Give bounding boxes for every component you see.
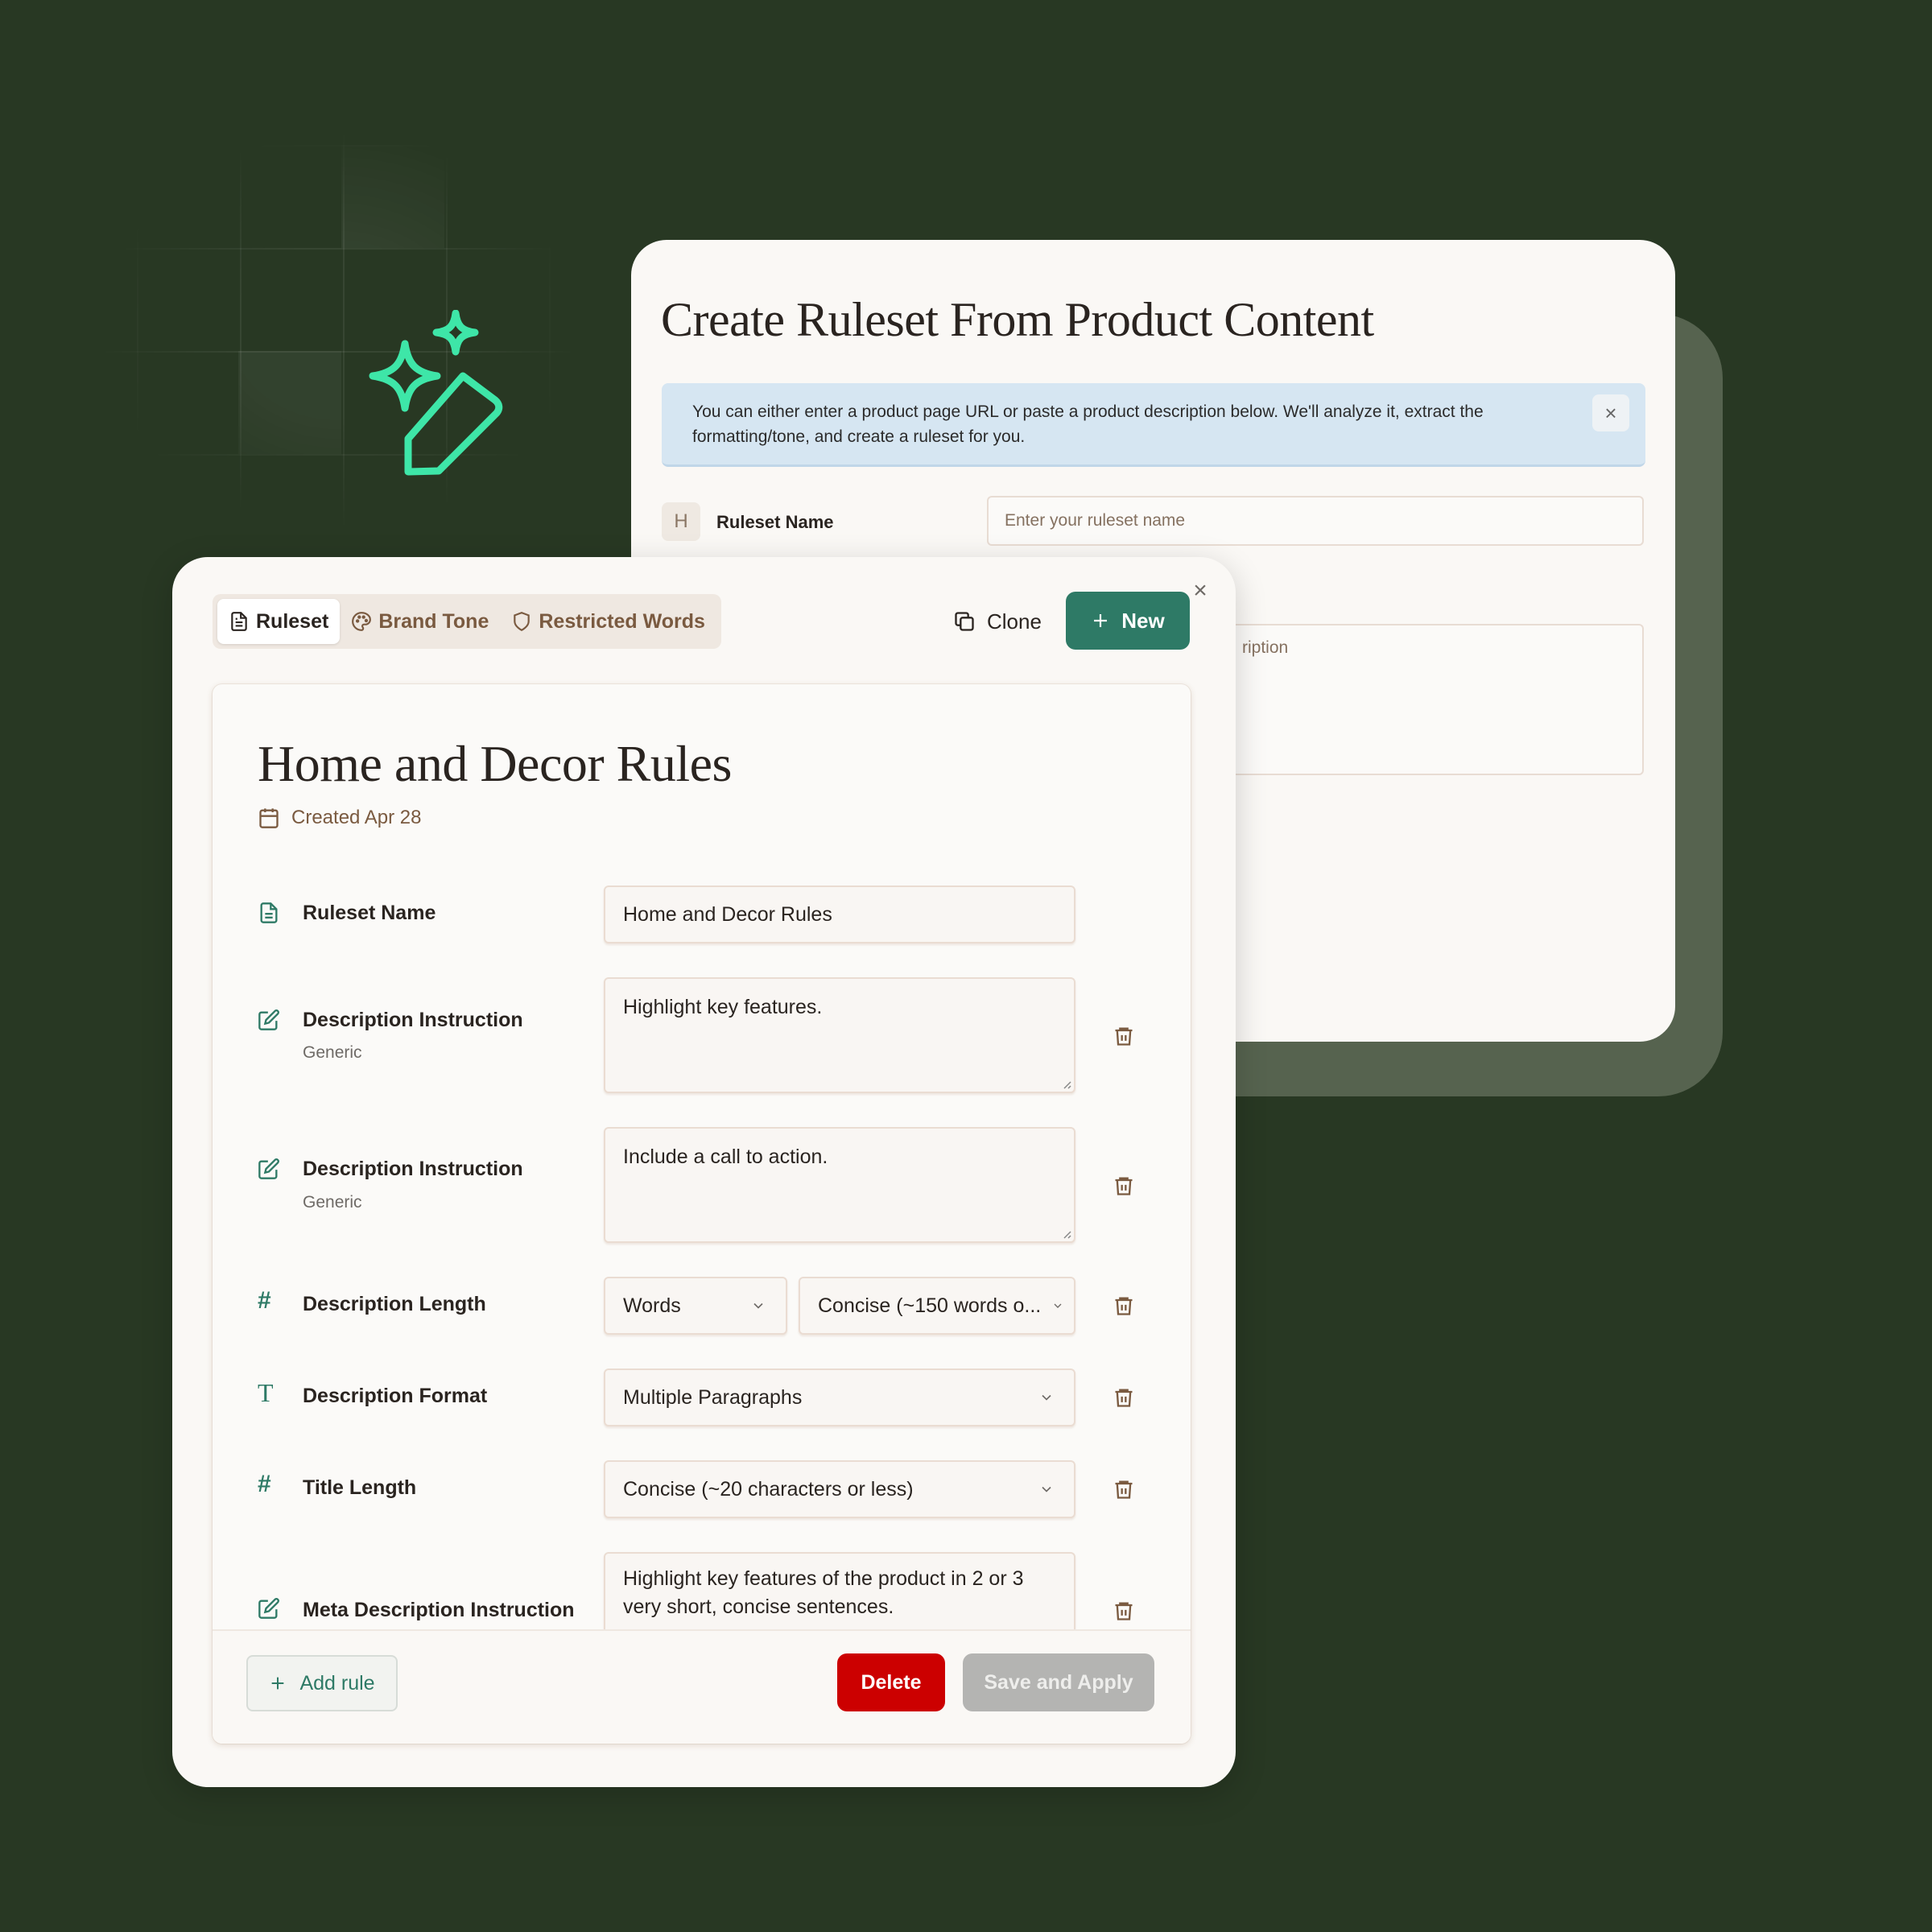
add-rule-label: Add rule [299,1671,375,1695]
description-format-select[interactable]: Multiple Paragraphs [604,1368,1075,1426]
info-banner-text: You can either enter a product page URL … [692,402,1484,446]
textarea-value: Highlight key features. [623,996,823,1018]
hash-icon: # [258,1471,271,1497]
textarea-value: Include a call to action. [623,1146,828,1168]
plus-icon [272,1677,284,1690]
calendar-icon [259,808,279,828]
save-and-apply-button[interactable]: Save and Apply [963,1653,1154,1711]
rule-label-title-length: Title Length [303,1476,417,1499]
textarea-value: Highlight key features of the product in… [623,1567,1024,1618]
select-value: Multiple Paragraphs [623,1385,803,1409]
created-date-text: Created Apr 28 [291,807,422,828]
document-icon [231,612,247,631]
clone-button[interactable]: Clone [937,594,1058,649]
rule-label-ruleset-name: Ruleset Name [303,902,436,924]
info-banner: You can either enter a product page URL … [662,383,1645,467]
edit-icon [258,1009,279,1030]
ruleset-editor-card: Ruleset Brand Tone Restricted Words Clon… [172,557,1236,1787]
editor-footer: Add rule Delete Save and Apply [213,1629,1191,1744]
close-button[interactable]: × [1188,579,1212,603]
trash-icon[interactable] [1113,1599,1135,1623]
hash-icon: # [258,1287,271,1314]
ruleset-name-input[interactable]: Home and Decor Rules [604,886,1075,943]
trash-icon[interactable] [1113,1477,1135,1501]
ruleset-detail-panel: Home and Decor Rules Created Apr 28 Rule… [213,684,1191,1744]
rule-sublabel: Generic [303,1043,362,1062]
delete-button[interactable]: Delete [837,1653,945,1711]
clone-label: Clone [987,609,1042,634]
tab-label: Restricted Words [539,609,705,633]
ruleset-title: Home and Decor Rules [258,735,732,792]
rule-label-description-instruction: Description Instruction [303,1009,523,1031]
ruleset-name-label: Ruleset Name [716,512,834,532]
resize-handle-icon[interactable] [1060,1228,1071,1239]
trash-icon[interactable] [1113,1174,1135,1198]
magic-pencil-sparkle-icon [369,310,503,476]
copy-icon [955,612,974,631]
tab-label: Brand Tone [378,609,489,633]
add-rule-button[interactable]: Add rule [246,1655,398,1711]
description-instruction-textarea[interactable]: Include a call to action. [604,1127,1075,1243]
length-unit-select[interactable]: Words [604,1277,787,1335]
resize-handle-icon[interactable] [1060,1078,1071,1089]
chevron-down-icon [1042,1486,1051,1492]
rule-label-description-format: Description Format [303,1385,488,1407]
tab-bar: Ruleset Brand Tone Restricted Words [213,594,721,649]
tab-ruleset[interactable]: Ruleset [217,599,341,644]
edit-icon [258,1158,279,1179]
heading-badge-icon: H [662,502,700,541]
chevron-down-icon [1042,1394,1051,1401]
select-value: Concise (~20 characters or less) [623,1477,914,1501]
textarea-placeholder: ription [1242,638,1289,657]
file-text-icon [260,902,278,923]
palette-icon [352,612,372,631]
length-value-select[interactable]: Concise (~150 words o... [799,1277,1075,1335]
info-close-button[interactable]: × [1592,394,1629,431]
chevron-down-icon [1054,1303,1062,1308]
chevron-down-icon [753,1302,763,1309]
title-length-select[interactable]: Concise (~20 characters or less) [604,1460,1075,1518]
trash-icon[interactable] [1113,1294,1135,1318]
description-instruction-textarea[interactable]: Highlight key features. [604,977,1075,1093]
ruleset-name-input[interactable]: Enter your ruleset name [987,496,1644,546]
select-value: Words [623,1294,681,1317]
rule-sublabel: Generic [303,1193,362,1212]
rule-label-meta-description-instruction: Meta Description Instruction [303,1599,575,1621]
rule-label-description-length: Description Length [303,1293,486,1315]
edit-icon [258,1598,279,1619]
trash-icon[interactable] [1113,1385,1135,1410]
rule-label-description-instruction: Description Instruction [303,1158,523,1180]
created-date: Created Apr 28 [258,807,421,829]
trash-icon[interactable] [1113,1024,1135,1048]
shield-icon [514,612,530,632]
new-label: New [1121,608,1165,633]
select-value: Concise (~150 words o... [818,1294,1042,1317]
new-button[interactable]: New [1066,592,1190,650]
tab-label: Ruleset [256,609,329,633]
panel-title: Create Ruleset From Product Content [661,293,1374,346]
tab-brand-tone[interactable]: Brand Tone [340,599,500,644]
tab-restricted-words[interactable]: Restricted Words [500,599,716,644]
text-type-icon: T [258,1378,274,1407]
plus-icon [1094,614,1108,627]
